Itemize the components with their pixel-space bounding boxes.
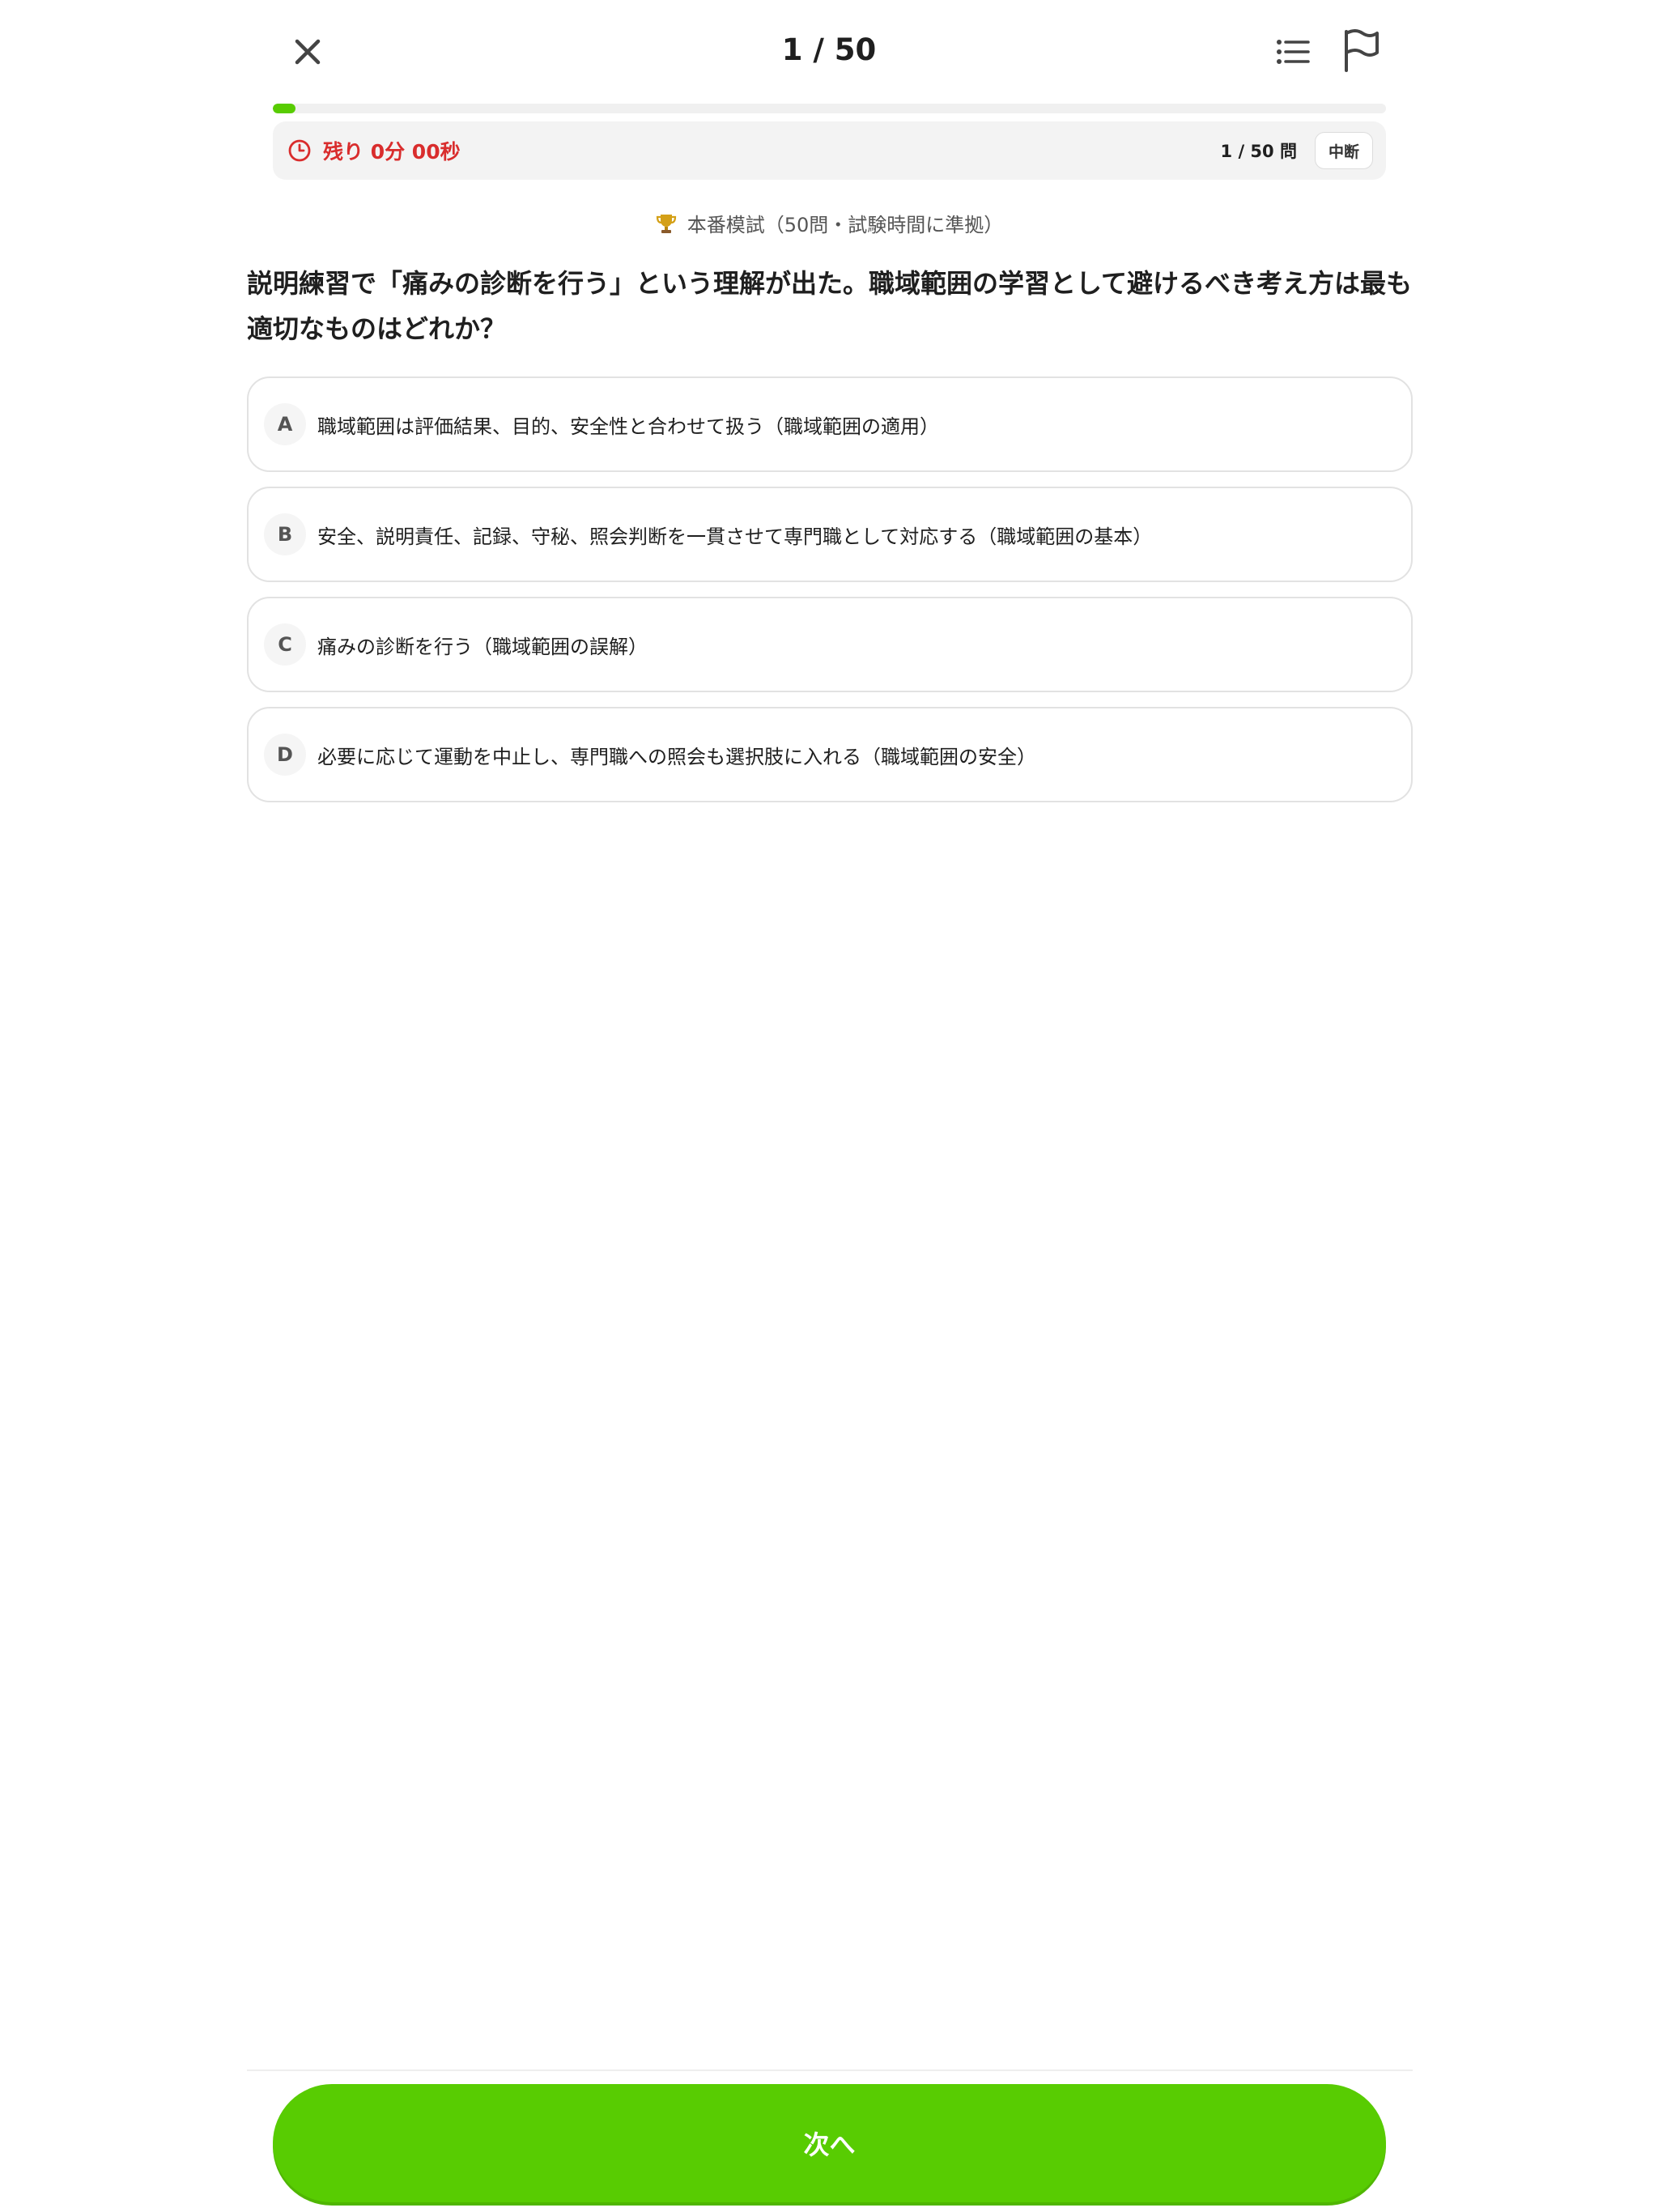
option-letter: D [264,734,306,776]
option-d[interactable]: D 必要に応じて運動を中止し、専門職への照会も選択肢に入れる（職域範囲の安全） [247,707,1413,802]
next-button[interactable]: 次へ [273,2084,1386,2202]
top-bar: 1 / 50 [247,0,1411,104]
timer-bar: 残り 0分 00秒 1 / 50 問 中断 [273,121,1386,180]
option-a[interactable]: A 職域範囲は評価結果、目的、安全性と合わせて扱う（職域範囲の適用） [247,376,1413,472]
option-text: 安全、説明責任、記録、守秘、照会判断を一貫させて専門職として対応する（職域範囲の… [317,525,1153,548]
trophy-icon [656,214,676,233]
timer-question-count: 1 / 50 問 [1220,142,1297,161]
progress-bar [273,104,1386,113]
option-letter: A [264,403,306,445]
exam-mode-label: 本番模試（50問・試験時間に準拠） [0,209,1658,237]
option-letter: B [264,513,306,555]
exam-mode-text: 本番模試（50問・試験時間に準拠） [687,214,1004,236]
option-letter: C [264,623,306,666]
clock-icon [288,139,311,162]
answer-options: A 職域範囲は評価結果、目的、安全性と合わせて扱う（職域範囲の適用） B 安全、… [247,376,1413,817]
timer: 残り 0分 00秒 [287,121,461,180]
progress-fill [273,104,295,113]
option-text: 痛みの診断を行う（職域範囲の誤解） [317,635,648,658]
footer-divider [247,2069,1413,2071]
question-text: 説明練習で「痛みの診断を行う」という理解が出た。職域範囲の学習として避けるべき考… [247,268,1413,344]
option-c[interactable]: C 痛みの診断を行う（職域範囲の誤解） [247,597,1413,692]
pause-button[interactable]: 中断 [1314,132,1373,169]
flag-icon [1345,29,1379,72]
option-b[interactable]: B 安全、説明責任、記録、守秘、照会判断を一貫させて専門職として対応する（職域範… [247,487,1413,582]
timer-remaining: 残り 0分 00秒 [323,140,461,164]
flag-button[interactable] [1335,24,1387,76]
option-text: 必要に応じて運動を中止し、専門職への照会も選択肢に入れる（職域範囲の安全） [317,745,1036,768]
option-text: 職域範囲は評価結果、目的、安全性と合わせて扱う（職域範囲の適用） [317,415,939,438]
question-list-button[interactable] [1269,28,1317,76]
question-counter: 1 / 50 [781,32,877,67]
list-icon [1277,40,1310,64]
